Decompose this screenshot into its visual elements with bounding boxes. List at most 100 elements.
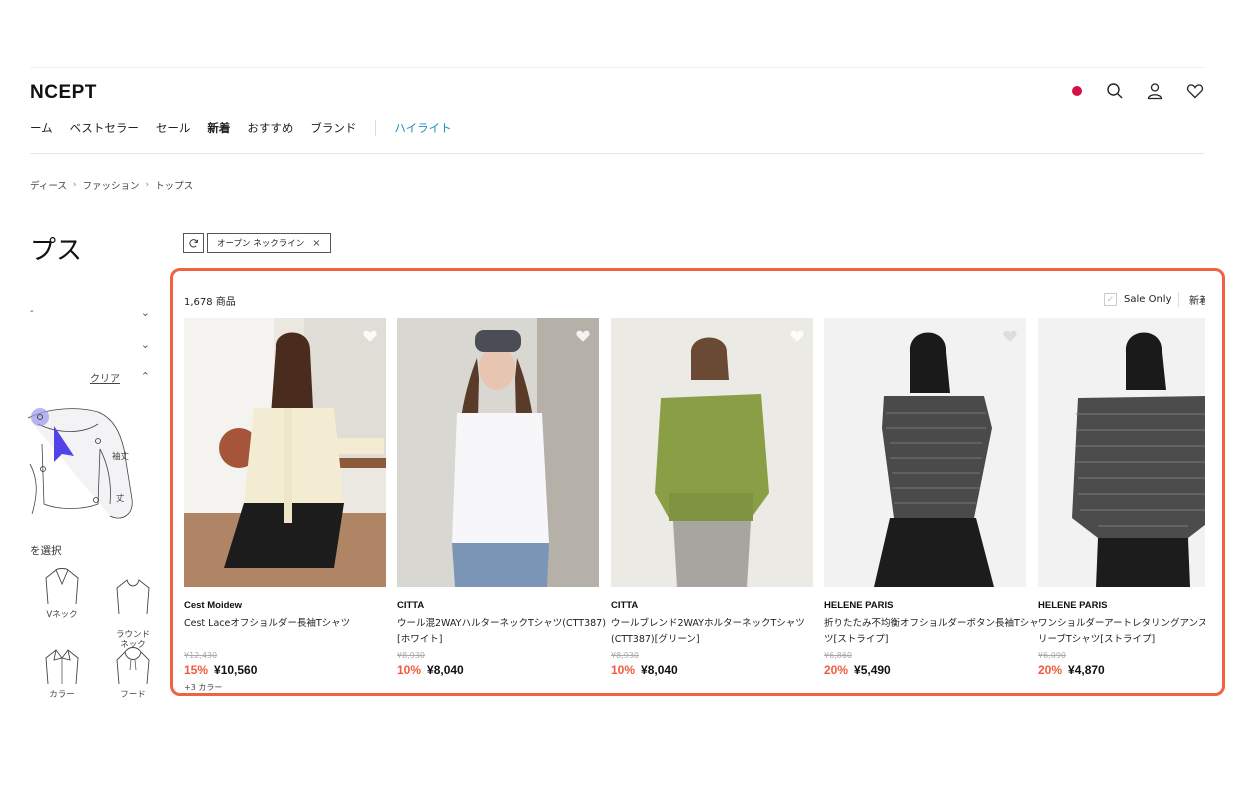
page-title: プス (30, 236, 83, 266)
product-brand: Cest Moidew (184, 600, 243, 611)
product-name[interactable]: 折りたたみ不均衡オフショルダーボタン長袖Tシャツ[ストライプ] (824, 616, 1039, 650)
product-card[interactable]: CITTA ウールブレンド2WAYホルターネックTシャツ(CTT387)[グリー… (611, 318, 813, 677)
reset-filters-button[interactable] (183, 233, 204, 253)
original-price: ¥8,930 (611, 651, 639, 660)
product-image[interactable] (1038, 318, 1205, 587)
product-name[interactable]: ワンショルダーアートレタリングアンスロングスリーブTシャツ[ストライプ] (1038, 616, 1205, 650)
nav-item-bestseller[interactable]: ベストセラー (70, 120, 139, 136)
sale-only-toggle[interactable]: ✓ Sale Only (1104, 293, 1172, 306)
sale-only-label: Sale Only (1124, 294, 1172, 305)
sale-price: ¥4,870 (1068, 663, 1105, 677)
original-price: ¥6,860 (824, 651, 852, 660)
filter-category-2[interactable]: ⌄ (30, 338, 152, 354)
notification-dot-icon[interactable] (1072, 86, 1082, 96)
product-card[interactable]: HELENE PARIS ワンショルダーアートレタリングアンスロングスリーブTシ… (1038, 318, 1205, 677)
product-card[interactable]: Cest Moidew Cest Laceオフショルダー長袖Tシャツ ¥12,4… (184, 318, 386, 693)
product-image[interactable] (824, 318, 1026, 587)
sort-dropdown[interactable]: 新着 (1178, 292, 1205, 307)
clear-filter-link[interactable]: クリア (90, 370, 120, 385)
breadcrumb-item-ladies[interactable]: ディース (30, 178, 67, 192)
neck-select-label: を選択 (30, 545, 62, 557)
sale-price: ¥10,560 (214, 663, 258, 677)
chevron-up-icon[interactable]: ⌃ (141, 370, 150, 383)
product-brand: CITTA (397, 600, 425, 611)
sale-price: ¥8,040 (427, 663, 464, 677)
discount-badge: 10% (397, 663, 422, 677)
neck-option-label: Vネック (46, 610, 78, 620)
nav-item-new[interactable]: 新着 (207, 120, 230, 136)
neck-option-hood[interactable]: フード (103, 646, 163, 700)
neck-option-round[interactable]: ラウンド ネック (103, 566, 163, 650)
round-neck-icon (116, 579, 150, 615)
nav-divider-line (30, 153, 1204, 154)
price-row: 10% ¥8,040 (611, 663, 813, 677)
main-nav: ーム ベストセラー セール 新着 おすすめ ブランド ハイライト (30, 120, 469, 136)
breadcrumb-item-fashion[interactable]: ファッション (82, 178, 139, 192)
sale-price: ¥5,490 (854, 663, 891, 677)
checkbox-icon[interactable]: ✓ (1104, 293, 1117, 306)
body-illustration[interactable]: 袖丈 丈 (27, 404, 138, 530)
discount-badge: 15% (184, 663, 209, 677)
product-image[interactable] (611, 318, 813, 587)
length-label: 丈 (116, 494, 125, 504)
wishlist-heart-icon[interactable] (1002, 328, 1018, 344)
price-row: 15% ¥10,560 (184, 663, 386, 677)
original-price: ¥8,930 (397, 651, 425, 660)
nav-item-home[interactable]: ーム (30, 120, 53, 136)
search-icon[interactable] (1106, 82, 1124, 100)
original-price: ¥6,090 (1038, 651, 1066, 660)
color-count[interactable]: +3 カラー (184, 682, 386, 693)
filter-label: - (30, 306, 34, 317)
sleeve-length-label: 袖丈 (112, 452, 130, 462)
product-name[interactable]: ウールブレンド2WAYホルターネックTシャツ(CTT387)[グリーン] (611, 616, 826, 650)
product-card[interactable]: HELENE PARIS 折りたたみ不均衡オフショルダーボタン長袖Tシャツ[スト… (824, 318, 1039, 677)
discount-badge: 20% (824, 663, 849, 677)
product-image[interactable] (184, 318, 386, 587)
breadcrumb: ディース › ファッション › トップス (30, 178, 193, 192)
active-filter-chip[interactable]: オープン ネックライン × (207, 233, 331, 253)
neck-option-label: カラー (49, 690, 75, 700)
chevron-down-icon: ⌄ (140, 338, 150, 351)
price-row: 20% ¥5,490 (824, 663, 1026, 677)
filter-category-1[interactable]: - ⌄ (30, 306, 152, 322)
account-icon[interactable] (1146, 82, 1164, 100)
breadcrumb-item-tops[interactable]: トップス (155, 178, 193, 192)
close-icon[interactable]: × (312, 238, 320, 249)
wishlist-heart-icon[interactable] (789, 328, 805, 344)
refresh-icon (189, 238, 199, 247)
nav-item-recommended[interactable]: おすすめ (247, 120, 293, 136)
original-price: ¥12,430 (184, 651, 218, 660)
product-brand: CITTA (611, 600, 639, 611)
nav-item-brand[interactable]: ブランド (310, 120, 356, 136)
nav-divider (375, 120, 377, 136)
product-name[interactable]: Cest Laceオフショルダー長袖Tシャツ (184, 616, 399, 650)
collar-icon (45, 649, 79, 685)
filter-category-3: クリア ⌃ (30, 370, 152, 386)
chip-label: オープン ネックライン (217, 239, 305, 249)
hood-icon (116, 647, 150, 685)
discount-badge: 20% (1038, 663, 1063, 677)
header-icons (1072, 82, 1204, 100)
nav-item-sale[interactable]: セール (156, 120, 191, 136)
heart-icon[interactable] (1186, 82, 1204, 100)
product-brand: HELENE PARIS (1038, 600, 1108, 611)
discount-badge: 10% (611, 663, 636, 677)
product-card[interactable]: CITTA ウール混2WAYハルターネックTシャツ(CTT387)[ホワイト] … (397, 318, 606, 677)
nav-item-highlight[interactable]: ハイライト (394, 120, 451, 136)
price-row: 20% ¥4,870 (1038, 663, 1205, 677)
product-grid: Cest Moidew Cest Laceオフショルダー長袖Tシャツ ¥12,4… (184, 318, 1205, 698)
site-logo[interactable]: NCEPT (30, 82, 97, 104)
neck-option-v[interactable]: Vネック (32, 566, 92, 620)
product-brand: HELENE PARIS (824, 600, 894, 611)
chevron-right-icon: › (72, 180, 77, 190)
product-name[interactable]: ウール混2WAYハルターネックTシャツ(CTT387)[ホワイト] (397, 616, 612, 650)
neck-option-collar[interactable]: カラー (32, 646, 92, 700)
product-count: 1,678 商品 (184, 297, 236, 308)
chevron-right-icon: › (145, 180, 150, 190)
wishlist-heart-icon[interactable] (575, 328, 591, 344)
wishlist-heart-icon[interactable] (362, 328, 378, 344)
neck-option-label: フード (120, 690, 146, 700)
product-image[interactable] (397, 318, 599, 587)
v-neck-icon (45, 568, 79, 605)
top-divider (30, 67, 1204, 68)
